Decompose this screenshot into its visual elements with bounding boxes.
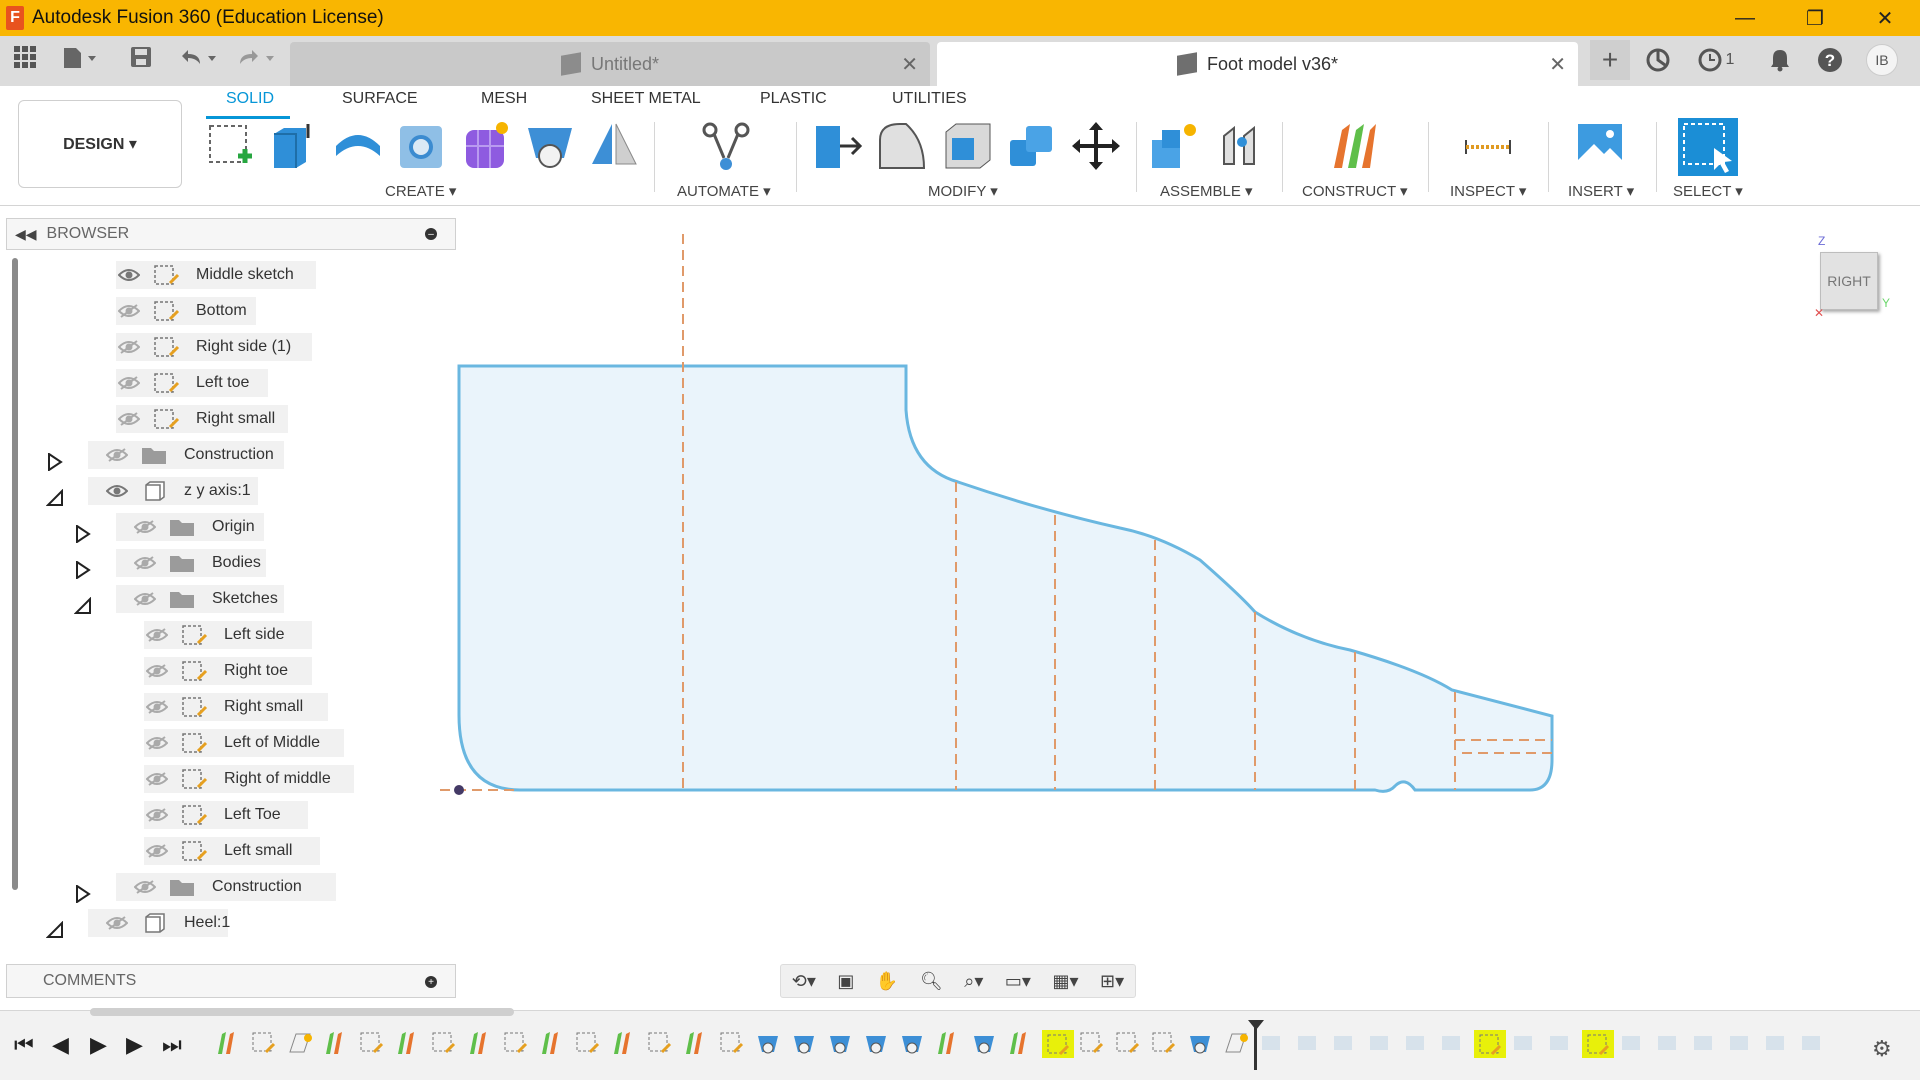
pan-icon[interactable]: ✋ bbox=[876, 971, 898, 992]
sketch-profile[interactable] bbox=[457, 364, 1554, 793]
timeline-suppressed-feature-icon[interactable] bbox=[1366, 1030, 1394, 1056]
timeline-extrude-icon[interactable] bbox=[970, 1030, 998, 1056]
canvas-horizontal-scrollbar[interactable] bbox=[90, 1008, 514, 1016]
timeline-suppressed-feature-icon[interactable] bbox=[1726, 1030, 1754, 1056]
step-back-button[interactable]: ◀ bbox=[52, 1032, 69, 1058]
timeline-plane-icon[interactable] bbox=[1222, 1030, 1250, 1056]
timeline-loft-icon[interactable] bbox=[934, 1030, 962, 1056]
timeline-sketch-icon[interactable] bbox=[718, 1030, 746, 1056]
timeline-suppressed-feature-icon[interactable] bbox=[1618, 1030, 1646, 1056]
timeline-suppressed-feature-icon[interactable] bbox=[1762, 1030, 1790, 1056]
timeline-sketch-icon[interactable] bbox=[1150, 1030, 1178, 1056]
timeline-selected-sketch-icon[interactable] bbox=[1474, 1030, 1506, 1058]
origin-point[interactable] bbox=[454, 785, 464, 795]
timeline-extrude-icon[interactable] bbox=[826, 1030, 854, 1056]
timeline-sketch-icon[interactable] bbox=[1114, 1030, 1142, 1056]
go-to-end-button[interactable]: ⏭ bbox=[162, 1032, 182, 1058]
timeline-suppressed-feature-icon[interactable] bbox=[1330, 1030, 1358, 1056]
timeline-loft-icon[interactable] bbox=[538, 1030, 566, 1056]
timeline-loft-icon[interactable] bbox=[214, 1030, 242, 1056]
timeline-suppressed-feature-icon[interactable] bbox=[1546, 1030, 1574, 1056]
timeline-loft-icon[interactable] bbox=[322, 1030, 350, 1056]
orbit-icon[interactable]: ⟲▾ bbox=[792, 971, 816, 992]
timeline-extrude-icon[interactable] bbox=[1186, 1030, 1214, 1056]
viewcube-axis-z: Z bbox=[1818, 234, 1826, 248]
timeline-sketch-icon[interactable] bbox=[1078, 1030, 1106, 1056]
go-to-start-button[interactable]: ⏮ bbox=[14, 1032, 34, 1058]
timeline-selected-sketch-icon[interactable] bbox=[1042, 1030, 1074, 1058]
timeline-suppressed-feature-icon[interactable] bbox=[1510, 1030, 1538, 1056]
display-settings-icon[interactable]: ▭▾ bbox=[1005, 971, 1031, 992]
timeline-suppressed-feature-icon[interactable] bbox=[1798, 1030, 1826, 1056]
timeline-suppressed-feature-icon[interactable] bbox=[1402, 1030, 1430, 1056]
timeline-loft-icon[interactable] bbox=[682, 1030, 710, 1056]
timeline-extrude-icon[interactable] bbox=[754, 1030, 782, 1056]
timeline-marker-head[interactable] bbox=[1248, 1020, 1264, 1030]
play-button[interactable]: ▶ bbox=[90, 1032, 107, 1058]
timeline-suppressed-feature-icon[interactable] bbox=[1690, 1030, 1718, 1056]
timeline-suppressed-feature-icon[interactable] bbox=[1438, 1030, 1466, 1056]
viewcube-axis-x-marker: ✕ bbox=[1814, 306, 1825, 320]
timeline-loft-icon[interactable] bbox=[1006, 1030, 1034, 1056]
timeline-settings-icon[interactable]: ⚙ bbox=[1872, 1036, 1892, 1062]
timeline-sketch-icon[interactable] bbox=[250, 1030, 278, 1056]
timeline-plane-icon[interactable] bbox=[286, 1030, 314, 1056]
timeline-loft-icon[interactable] bbox=[610, 1030, 638, 1056]
timeline-sketch-icon[interactable] bbox=[574, 1030, 602, 1056]
timeline-loft-icon[interactable] bbox=[394, 1030, 422, 1056]
viewports-icon[interactable]: ⊞▾ bbox=[1100, 971, 1124, 992]
design-canvas[interactable] bbox=[0, 0, 1920, 1080]
timeline-sketch-icon[interactable] bbox=[358, 1030, 386, 1056]
timeline-extrude-icon[interactable] bbox=[790, 1030, 818, 1056]
zoom-window-icon[interactable]: ⌕▾ bbox=[964, 971, 983, 992]
timeline-suppressed-feature-icon[interactable] bbox=[1258, 1030, 1286, 1056]
timeline-suppressed-feature-icon[interactable] bbox=[1294, 1030, 1322, 1056]
look-at-icon[interactable]: ▣ bbox=[837, 971, 854, 992]
navigation-bar: ⟲▾ ▣ ✋ 🔍︎ ⌕▾ ▭▾ ▦▾ ⊞▾ bbox=[780, 964, 1136, 998]
timeline-loft-icon[interactable] bbox=[466, 1030, 494, 1056]
timeline-extrude-icon[interactable] bbox=[862, 1030, 890, 1056]
timeline-sketch-icon[interactable] bbox=[430, 1030, 458, 1056]
timeline-selected-sketch-icon[interactable] bbox=[1582, 1030, 1614, 1058]
timeline-sketch-icon[interactable] bbox=[646, 1030, 674, 1056]
timeline-sketch-icon[interactable] bbox=[502, 1030, 530, 1056]
viewcube-axis-y: Y bbox=[1882, 296, 1891, 310]
timeline-suppressed-feature-icon[interactable] bbox=[1654, 1030, 1682, 1056]
timeline-extrude-icon[interactable] bbox=[898, 1030, 926, 1056]
step-forward-button[interactable]: ▶ bbox=[126, 1032, 143, 1058]
zoom-icon[interactable]: 🔍︎ bbox=[920, 971, 943, 992]
grid-icon[interactable]: ▦▾ bbox=[1052, 971, 1078, 992]
viewcube[interactable]: RIGHT bbox=[1820, 252, 1878, 310]
